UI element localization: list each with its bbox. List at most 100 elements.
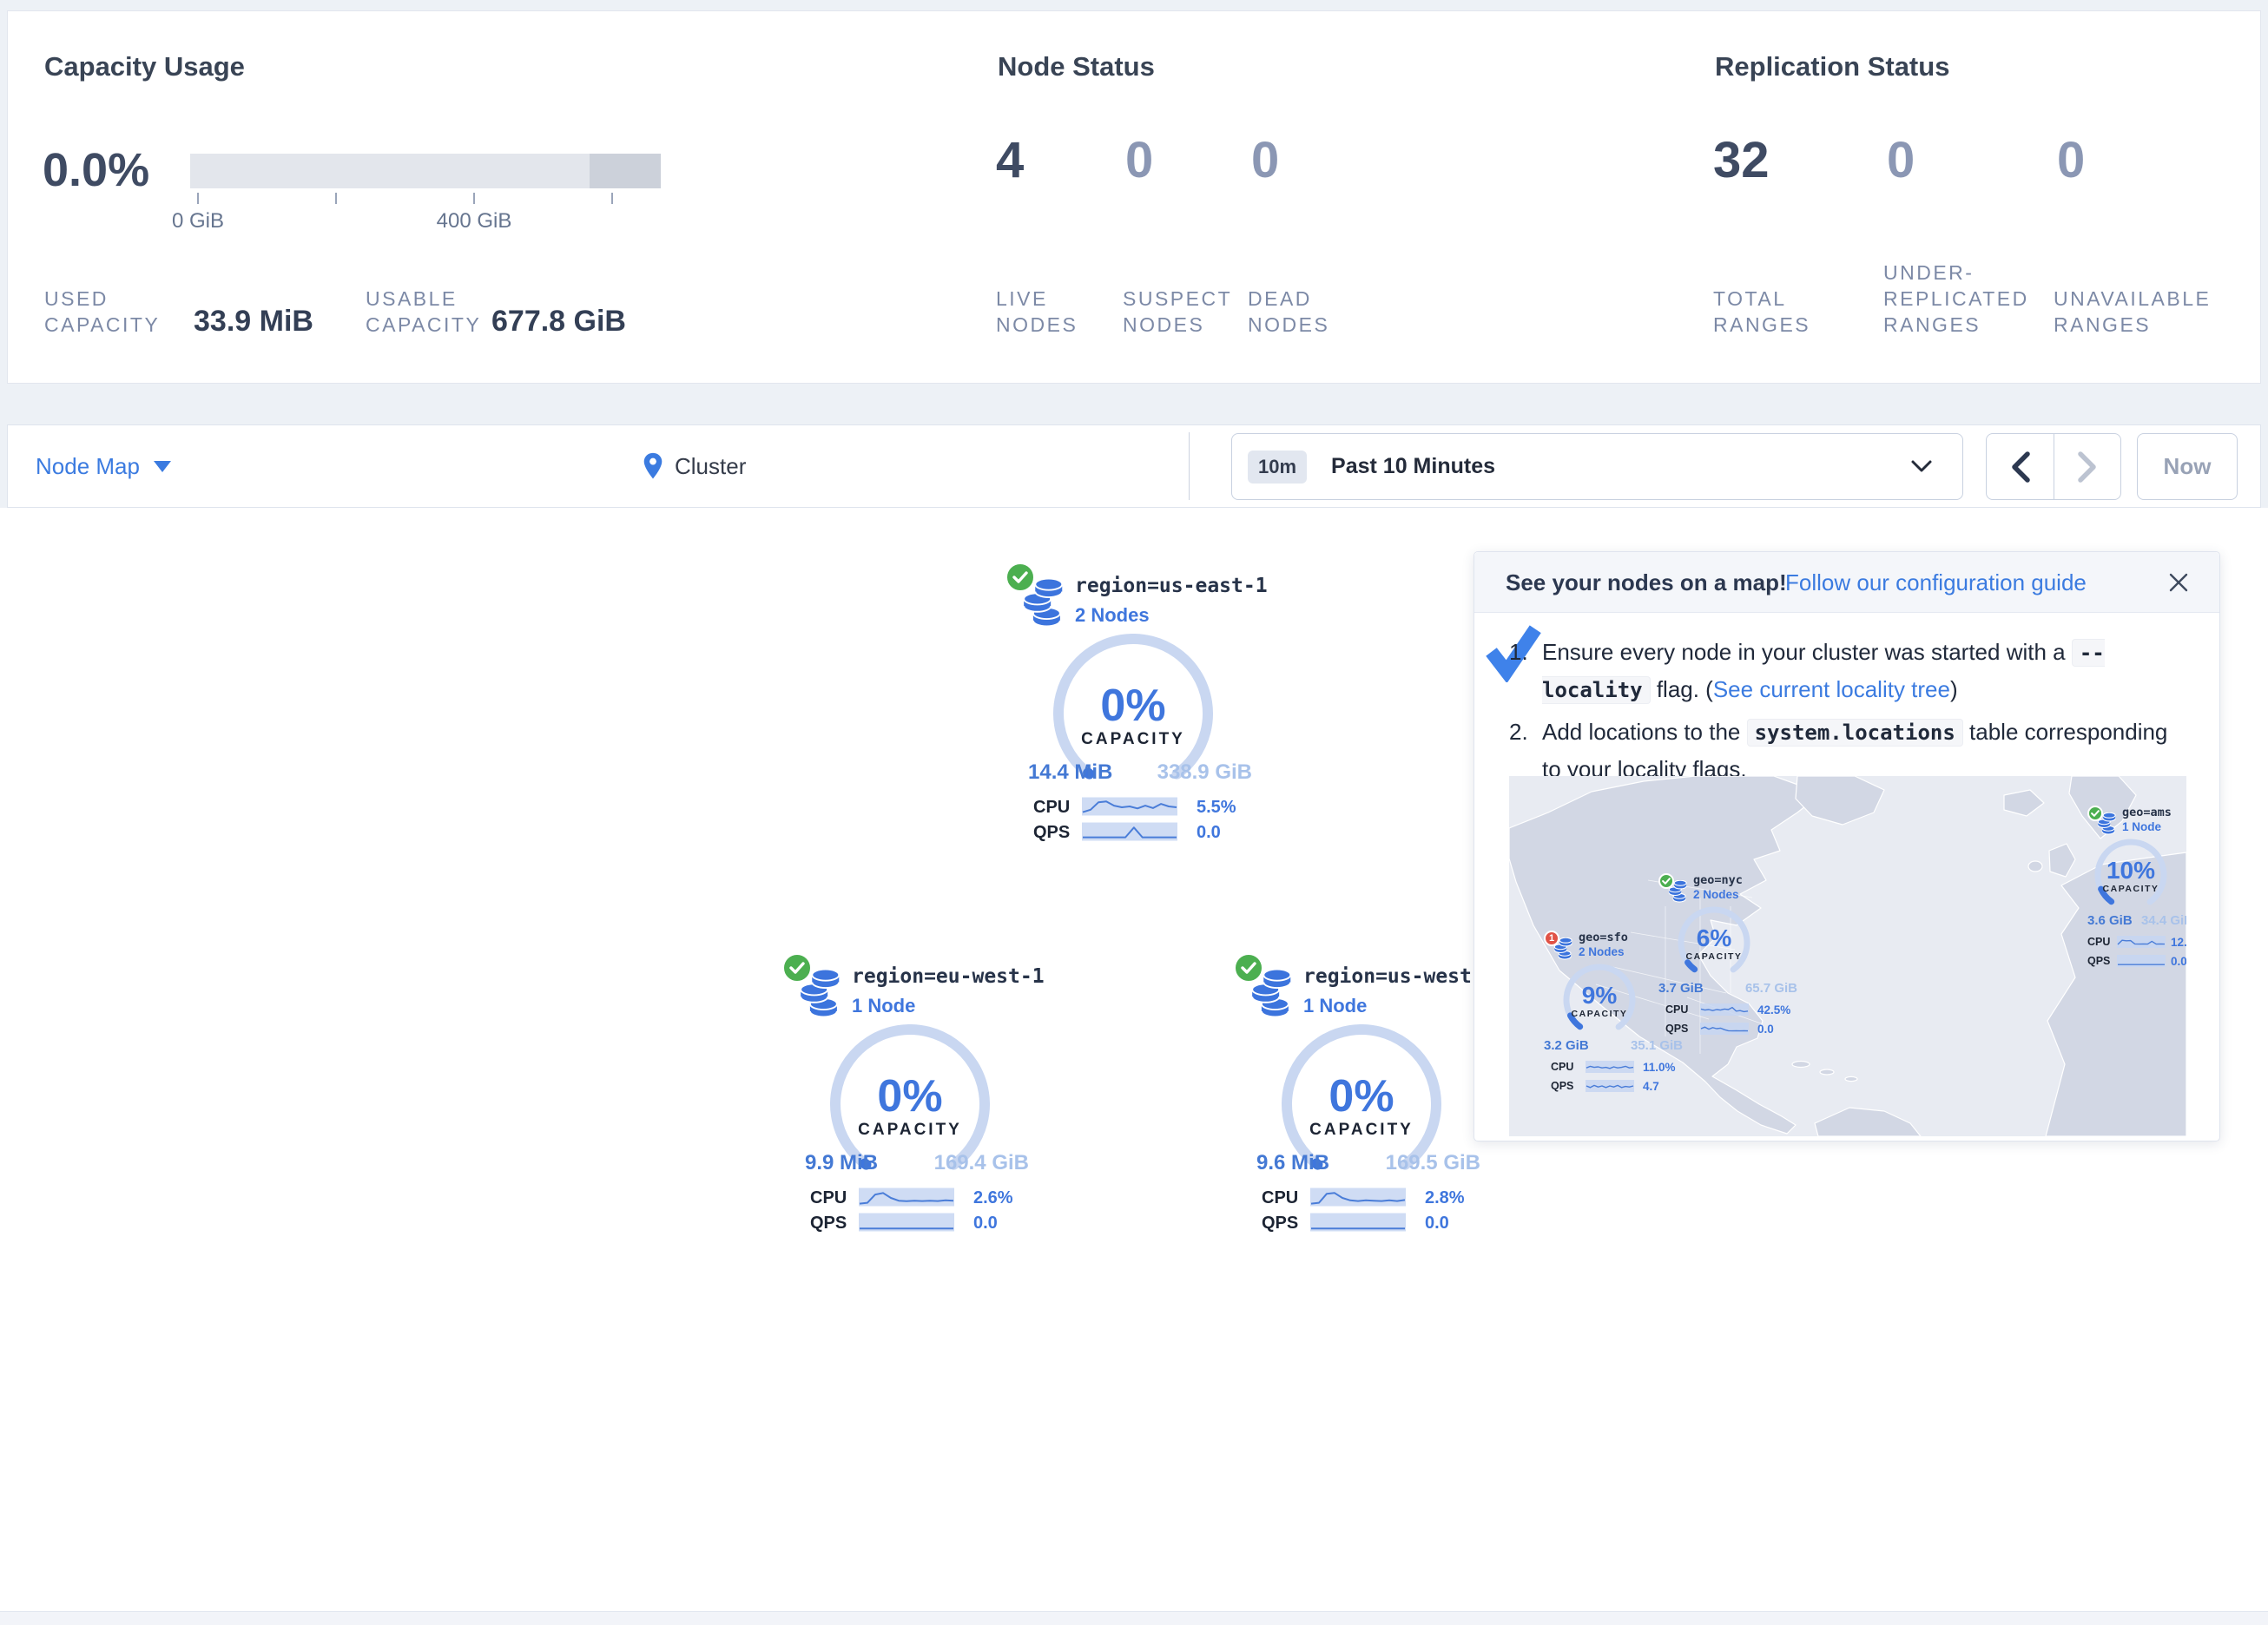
qps-row: QPS 0.0	[1007, 823, 1259, 842]
capacity-values: 9.6 MiB 169.5 GiB	[1256, 1151, 1480, 1175]
qps-sparkline	[1082, 822, 1177, 841]
locality-card-us-east-1[interactable]: region=us-east-1 2 Nodes 0% CAPACITY 14.…	[1007, 562, 1259, 849]
locality-card-eu-west-1[interactable]: region=eu-west-1 1 Node 0% CAPACITY 9.9 …	[784, 953, 1036, 1240]
capacity-gauge: 0% CAPACITY	[814, 1024, 1005, 1172]
cpu-value: 2.8%	[1425, 1188, 1465, 1208]
cpu-sparkline	[1082, 797, 1177, 816]
database-icon	[1248, 969, 1298, 1027]
breadcrumb[interactable]: Cluster	[642, 425, 746, 507]
locality-card-us-west-1[interactable]: region=us-west-1 1 Node 0% CAPACITY 9.6 …	[1236, 953, 1487, 1240]
used-capacity-value: 33.9 MiB	[194, 305, 313, 339]
dead-nodes-label: DEAD NODES	[1248, 286, 1329, 338]
time-step-buttons	[1986, 433, 2121, 500]
node-count-label: 2 Nodes	[1579, 945, 1625, 958]
capacity-usage-title: Capacity Usage	[44, 51, 245, 82]
cpu-sparkline	[859, 1188, 954, 1207]
used-value: 14.4 MiB	[1028, 760, 1112, 785]
qps-value: 0.0	[1425, 1214, 1449, 1234]
capacity-gauge: 9% CAPACITY	[1556, 962, 1643, 1035]
axis-tick-label: 0 GiB	[172, 209, 224, 234]
node-map-setup-popup: See your nodes on a map! Follow our conf…	[1474, 551, 2220, 1141]
mini-locality-card-nyc: geo=nyc 2 Nodes 6% CAPACITY 3.7 GiB 65.7…	[1658, 873, 1797, 1038]
now-button[interactable]: Now	[2137, 433, 2238, 500]
node-count-link[interactable]: 1 Node	[1303, 995, 1367, 1017]
cpu-row: CPU 2.8%	[1236, 1188, 1487, 1207]
capacity-bar: 0 GiB 400 GiB	[190, 154, 661, 188]
cpu-row: CPU 2.6%	[784, 1188, 1036, 1207]
capacity-values: 3.2 GiB 35.1 GiB	[1544, 1038, 1683, 1053]
node-count-link[interactable]: 2 Nodes	[1075, 604, 1150, 627]
qps-sparkline	[2117, 955, 2166, 967]
toolbar-divider	[1189, 432, 1190, 500]
locality-tree-link[interactable]: See current locality tree	[1713, 676, 1950, 702]
view-toolbar: Node Map Cluster 10m Past 10 Minutes Now	[7, 424, 2261, 508]
cpu-sparkline	[1700, 1003, 1749, 1016]
dead-nodes-count: 0	[1251, 131, 1279, 189]
qps-sparkline	[1310, 1213, 1406, 1232]
qps-value: 0.0	[973, 1214, 998, 1234]
setup-steps: 1.Ensure every node in your cluster was …	[1509, 634, 2192, 793]
capacity-gauge: 10% CAPACITY	[2087, 837, 2174, 910]
chevron-down-icon	[154, 461, 171, 472]
qps-row: QPS 4.7	[1544, 1080, 1683, 1092]
usable-capacity-label: USABLE CAPACITY	[366, 286, 481, 338]
used-capacity-label: USED CAPACITY	[44, 286, 160, 338]
next-section-edge	[0, 1611, 2268, 1625]
node-status-title: Node Status	[998, 51, 1155, 82]
unavailable-ranges-label: UNAVAILABLE RANGES	[2054, 286, 2211, 338]
cpu-row: CPU 11.0%	[1544, 1061, 1683, 1073]
total-value: 338.9 GiB	[1157, 760, 1252, 785]
capacity-values: 3.6 GiB 34.4 GiB	[2087, 913, 2186, 928]
now-button-label: Now	[2164, 453, 2212, 480]
view-selector-dropdown[interactable]: Node Map	[36, 425, 171, 507]
step-back-button[interactable]	[1987, 434, 2054, 499]
qps-row: QPS 0.0	[1236, 1214, 1487, 1233]
capacity-percent: 0.0%	[43, 143, 149, 197]
used-value: 9.6 MiB	[1256, 1151, 1329, 1175]
cluster-summary-panel: Capacity Usage 0.0% 0 GiB 400 GiB USED C…	[7, 10, 2261, 384]
cpu-value: 2.6%	[973, 1188, 1013, 1208]
example-node-map: 1 geo=sfo 2 Nodes 9% CAPACITY 3.2 GiB 35	[1509, 776, 2186, 1136]
capacity-percent-value: 0%	[1266, 1070, 1457, 1122]
capacity-bar-reserved-segment	[590, 154, 661, 188]
total-value: 169.5 GiB	[1386, 1151, 1480, 1175]
database-icon	[796, 969, 847, 1027]
axis-tick	[611, 193, 613, 204]
unavailable-count: 0	[2057, 131, 2085, 189]
time-range-badge: 10m	[1248, 451, 1307, 484]
cpu-row: CPU 12.3%	[2087, 936, 2186, 948]
qps-sparkline	[859, 1213, 954, 1232]
capacity-values: 3.7 GiB 65.7 GiB	[1658, 981, 1797, 996]
used-value: 9.9 MiB	[805, 1151, 878, 1175]
cpu-sparkline	[2117, 936, 2166, 948]
map-pin-icon	[642, 451, 664, 481]
suspect-nodes-count: 0	[1125, 131, 1153, 189]
qps-sparkline	[1586, 1080, 1634, 1092]
qps-value: 0.0	[1197, 823, 1221, 843]
live-nodes-count: 4	[996, 131, 1024, 189]
under-replicated-count: 0	[1887, 131, 1915, 189]
chevron-right-icon	[2076, 451, 2099, 484]
chevron-down-icon	[1910, 458, 1933, 474]
qps-row: QPS 0.0	[1658, 1023, 1797, 1035]
qps-row: QPS 0.0	[2087, 955, 2186, 967]
time-range-dropdown[interactable]: 10m Past 10 Minutes	[1231, 433, 1963, 500]
capacity-gauge: 0% CAPACITY	[1038, 634, 1229, 781]
capacity-percent-value: 0%	[1038, 680, 1229, 732]
node-count-link[interactable]: 1 Node	[852, 995, 915, 1017]
cpu-value: 5.5%	[1197, 798, 1236, 818]
locality-label: geo=ams	[2122, 806, 2172, 819]
qps-sparkline	[1700, 1023, 1749, 1035]
capacity-caption: CAPACITY	[1266, 1121, 1457, 1140]
locality-label: geo=sfo	[1579, 931, 1628, 944]
capacity-gauge: 6% CAPACITY	[1671, 905, 1757, 977]
total-ranges-label: TOTAL RANGES	[1713, 286, 1810, 338]
axis-tick-label: 400 GiB	[437, 209, 512, 234]
mini-locality-card-ams: geo=ams 1 Node 10% CAPACITY 3.6 GiB 34.4…	[2087, 806, 2186, 970]
capacity-caption: CAPACITY	[1038, 730, 1229, 749]
configuration-guide-link[interactable]: Follow our configuration guide	[1785, 569, 2087, 596]
view-selector-label: Node Map	[36, 453, 140, 480]
close-icon[interactable]	[2164, 568, 2193, 597]
step-forward-button[interactable]	[2054, 434, 2120, 499]
locality-label: region=eu-west-1	[852, 965, 1045, 988]
